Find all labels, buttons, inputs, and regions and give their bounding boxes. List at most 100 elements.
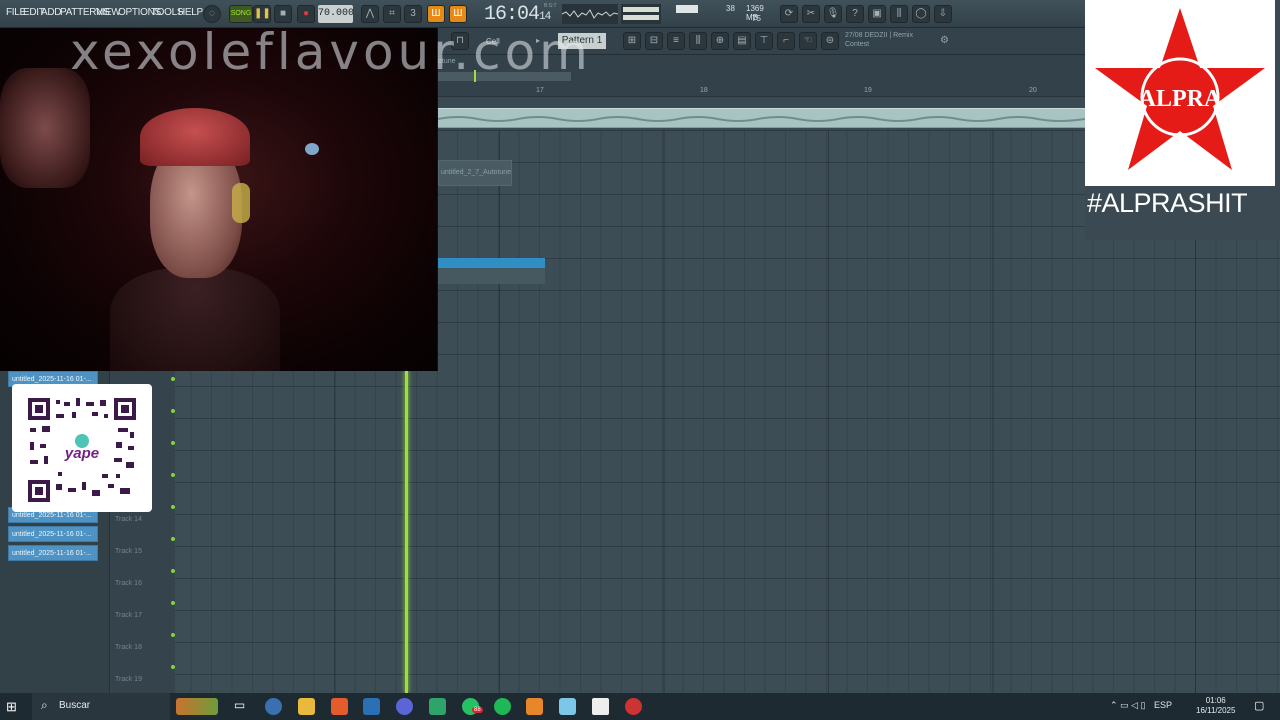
chat-icon[interactable]: ◯ <box>912 5 930 23</box>
metronome-knob-icon[interactable]: ◌ <box>203 5 221 23</box>
search-placeholder: Buscar <box>59 700 91 711</box>
track-header[interactable]: Track 14 <box>115 516 142 523</box>
track-led[interactable] <box>171 665 175 669</box>
list-item[interactable]: untitled_2025-11-16 01-... <box>8 545 98 561</box>
person-shirt <box>110 268 280 371</box>
taskbar-search[interactable]: ⌕ Buscar <box>32 693 170 720</box>
pause-icon[interactable]: ❚❚ <box>253 5 271 23</box>
qr-code: yape <box>12 384 152 512</box>
logo-text: ALPRA <box>1139 86 1222 112</box>
poly-value: 75 <box>752 14 761 23</box>
app-icon[interactable] <box>265 698 282 715</box>
menu-view[interactable]: VIEW <box>96 7 121 18</box>
brave-icon[interactable] <box>331 698 348 715</box>
song-mode-button[interactable]: SONG <box>229 5 253 23</box>
list-item[interactable]: untitled_2025-11-16 01-... <box>8 526 98 542</box>
volume-icon[interactable]: ◁ <box>1131 700 1138 710</box>
fl-studio-icon[interactable] <box>526 698 543 715</box>
channel-rack-icon[interactable]: ⊟ <box>645 32 663 50</box>
audio-clip-selected[interactable] <box>438 258 545 284</box>
clock-date: 16/11/2025 <box>1196 706 1236 715</box>
cut-icon[interactable]: ✂ <box>802 5 820 23</box>
background-light <box>305 143 319 155</box>
notification-badge: 88 <box>472 707 483 713</box>
menu-add[interactable]: ADD <box>41 7 62 18</box>
steam-icon[interactable] <box>363 698 380 715</box>
piano-roll-icon[interactable]: ≡ <box>667 32 685 50</box>
cpu-monitor: 38 1369 MB 75 <box>676 4 766 24</box>
touch-icon[interactable]: ☜ <box>799 32 817 50</box>
master-meter <box>621 4 661 24</box>
bar-20: 20 <box>1029 87 1037 94</box>
track-header[interactable]: Track 17 <box>115 612 142 619</box>
blend-notes-icon[interactable]: Ш <box>449 5 467 23</box>
track-led[interactable] <box>171 409 175 413</box>
widget-icon[interactable] <box>176 698 218 715</box>
audio-waveform[interactable] <box>437 108 1086 128</box>
download-icon[interactable]: ⇩ <box>934 5 952 23</box>
stop-icon[interactable]: ■ <box>274 5 292 23</box>
save-icon[interactable]: ▣ <box>868 5 886 23</box>
hint-line-2: Contest <box>845 41 870 48</box>
track-led[interactable] <box>171 505 175 509</box>
step-edit-icon[interactable]: Ш <box>427 5 445 23</box>
task-view-icon[interactable]: ▭ <box>231 698 248 715</box>
language-indicator[interactable]: ESP <box>1154 700 1172 710</box>
playlist-grid-right[interactable] <box>1085 240 1280 693</box>
track-header[interactable]: Track 18 <box>115 644 142 651</box>
track-led[interactable] <box>171 441 175 445</box>
track-led[interactable] <box>171 377 175 381</box>
network-icon[interactable]: ▭ <box>1120 700 1129 710</box>
playlist-icon[interactable]: ⊞ <box>623 32 641 50</box>
plug-icon[interactable]: ⊤ <box>755 32 773 50</box>
track-header[interactable]: Track 16 <box>115 580 142 587</box>
microphone-icon[interactable]: 🎙 <box>824 5 842 23</box>
track-led[interactable] <box>171 601 175 605</box>
clock-time: 01:06 <box>1205 696 1226 705</box>
wait-input-icon[interactable]: ⌗ <box>383 5 401 23</box>
obs-icon[interactable] <box>396 698 413 715</box>
spotify-icon[interactable] <box>494 698 511 715</box>
battery-icon[interactable]: ▯ <box>1141 700 1146 710</box>
metronome-icon[interactable]: ⋀ <box>361 5 379 23</box>
mixer-view-icon[interactable]: ⫼ <box>689 32 707 50</box>
record-icon[interactable]: ● <box>297 5 315 23</box>
watermark-text: xexoleflavour.com <box>70 23 592 81</box>
bar-18: 18 <box>700 87 708 94</box>
browser-icon[interactable]: ▤ <box>733 32 751 50</box>
tool-icon[interactable]: ⌐ <box>777 32 795 50</box>
app-blue-icon[interactable] <box>559 698 576 715</box>
tempo-display[interactable]: 70.000 <box>318 5 354 23</box>
app-green-icon[interactable] <box>429 698 446 715</box>
settings-icon[interactable]: ⚙ <box>940 35 949 46</box>
track-led[interactable] <box>171 633 175 637</box>
hashtag-text: #ALPRASHIT <box>1087 188 1248 218</box>
track-led[interactable] <box>171 537 175 541</box>
help-icon[interactable]: ? <box>846 5 864 23</box>
track-led[interactable] <box>171 569 175 573</box>
script-icon[interactable]: ⊜ <box>821 32 839 50</box>
party-logo: ALPRA <box>1085 0 1275 186</box>
playhead[interactable] <box>405 370 408 693</box>
notifications-icon[interactable]: ▢ <box>1254 699 1264 712</box>
audio-clip[interactable]: untitled_2_7_Autotune <box>438 160 512 186</box>
mixer-icon[interactable]: ⫼ <box>890 5 908 23</box>
search-icon: ⌕ <box>41 698 48 712</box>
track-led[interactable] <box>171 473 175 477</box>
countdown-icon[interactable]: 3 <box>404 5 422 23</box>
chevron-up-icon[interactable]: ⌃ <box>1110 700 1118 710</box>
track-header[interactable]: Track 19 <box>115 676 142 683</box>
cpu-value: 38 <box>726 4 735 13</box>
shield-icon[interactable] <box>592 698 609 715</box>
app-red-icon[interactable] <box>625 698 642 715</box>
oscilloscope <box>561 4 619 24</box>
track-header[interactable]: Track 15 <box>115 548 142 555</box>
bar-19: 19 <box>864 87 872 94</box>
plugin-icon[interactable]: ⊕ <box>711 32 729 50</box>
undo-history-icon[interactable]: ⟳ <box>780 5 798 23</box>
time-format-label: B:S:T <box>544 3 557 9</box>
taskbar-clock[interactable]: 01:06 16/11/2025 <box>1196 696 1235 716</box>
windows-start-icon[interactable]: ⊞ <box>6 699 17 715</box>
menu-help[interactable]: HELP <box>178 7 203 18</box>
file-explorer-icon[interactable] <box>298 698 315 715</box>
